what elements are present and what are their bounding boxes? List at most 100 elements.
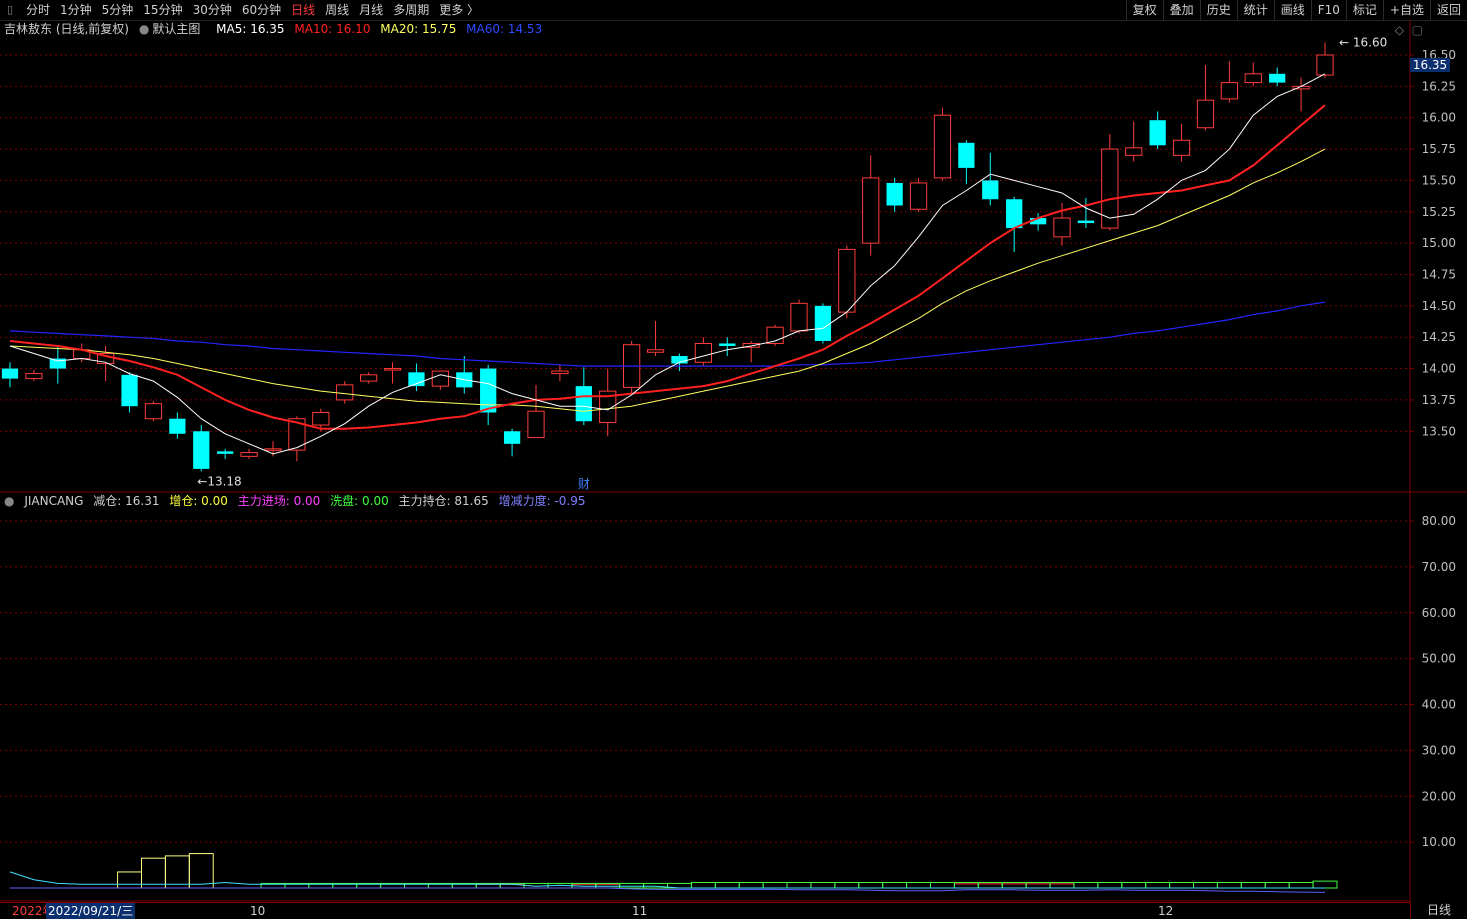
candle-body-up xyxy=(527,410,545,439)
indicator-settings-icon[interactable]: ● xyxy=(4,494,14,508)
sub-bar-green xyxy=(906,881,931,889)
ma5-line xyxy=(9,73,1326,455)
candle-body-up xyxy=(1196,99,1215,129)
price-tick-label: 15.50 xyxy=(1422,173,1456,187)
candle-body-up xyxy=(1316,54,1334,76)
sub-bar-green xyxy=(1049,881,1075,889)
candle-body-up xyxy=(933,114,952,179)
candle-body-down xyxy=(193,431,210,469)
period-caption[interactable]: 日线 xyxy=(1410,902,1467,918)
sub-bar-red xyxy=(977,883,1003,889)
xipan-value: 洗盘: 0.00 xyxy=(330,494,389,508)
candle-body-up xyxy=(383,368,402,371)
candle-body-up xyxy=(551,370,569,375)
sub-bar-green xyxy=(738,881,764,889)
sub-bar-red xyxy=(1049,883,1075,889)
high-price-label: ← 16.60 xyxy=(1339,35,1387,49)
sub-bar-green xyxy=(1193,881,1218,889)
zhuli-chicang-value: 主力持仓: 81.65 xyxy=(398,494,489,508)
price-tick-label: 15.00 xyxy=(1422,236,1456,250)
low-price-label: ←13.18 xyxy=(197,474,241,488)
price-tick-label: 13.50 xyxy=(1422,424,1456,438)
candle-body-up xyxy=(694,342,712,363)
candle-body-up xyxy=(862,177,880,244)
month-11-label: 11 xyxy=(632,904,648,918)
sub-tick-label: 50.00 xyxy=(1422,652,1456,666)
sub-bar-green xyxy=(977,881,1003,889)
sub-tick-label: 10.00 xyxy=(1422,835,1456,849)
sub-bar-red xyxy=(1001,883,1027,889)
price-tick-label: 14.75 xyxy=(1422,267,1456,281)
sub-bar-green xyxy=(882,881,908,889)
candle-body-down xyxy=(886,182,903,206)
sub-bar-green xyxy=(1288,881,1314,889)
candle-body-down xyxy=(1,368,19,379)
sub-bar-green xyxy=(953,881,979,889)
sub-bar-green xyxy=(1073,881,1099,889)
price-tick-label: 16.25 xyxy=(1422,79,1456,93)
ma60-line xyxy=(9,301,1326,367)
candle-body-up xyxy=(240,452,258,457)
sub-bar-green xyxy=(1121,881,1147,889)
kline-chart[interactable]: 16.5016.2516.0015.7515.5015.2515.0014.75… xyxy=(0,0,1467,918)
zengjian-value: 增减力度: -0.95 xyxy=(498,494,586,508)
candle-body-up xyxy=(144,403,163,420)
candle-body-down xyxy=(1077,220,1095,224)
candle-body-up xyxy=(838,248,856,313)
sub-bar-green xyxy=(1169,881,1195,889)
candle-body-up xyxy=(264,448,282,451)
candle-body-up xyxy=(1125,147,1143,156)
sub-bar-yellow xyxy=(117,871,143,889)
candle-body-down xyxy=(575,386,592,422)
sub-tick-label: 30.00 xyxy=(1422,743,1456,757)
date-axis: 2022年 2022/09/21/三 10 11 12 xyxy=(0,902,1410,919)
candle-body-down xyxy=(958,142,975,168)
sub-tick-label: 70.00 xyxy=(1422,560,1456,574)
sub-bar-green xyxy=(762,881,788,889)
sub-bar-red xyxy=(1025,883,1051,889)
sub-bar-green xyxy=(1145,881,1171,889)
sub-bar-green xyxy=(930,881,955,889)
sub-bar-yellow xyxy=(164,855,190,889)
candle-body-down xyxy=(121,374,138,407)
candle-body-up xyxy=(360,374,378,382)
zhuli-jinchang-value: 主力进场: 0.00 xyxy=(237,494,321,508)
zengcang-value: 增仓: 0.00 xyxy=(169,494,228,508)
sub-bar-green xyxy=(1216,881,1242,889)
candle-body-down xyxy=(719,343,736,346)
sub-bar-green xyxy=(1240,881,1266,889)
sub-indicator-info-bar: ● JIANCANG 减仓: 16.31 增仓: 0.00 主力进场: 0.00… xyxy=(0,493,592,509)
jiancang-value: 减仓: 16.31 xyxy=(93,494,160,508)
sub-bar-red xyxy=(475,883,501,889)
candle-body-up xyxy=(25,373,43,380)
month-12-label: 12 xyxy=(1158,904,1174,918)
candle-body-down xyxy=(480,368,497,413)
sub-bar-green xyxy=(1097,881,1123,889)
candle-body-up xyxy=(1172,139,1191,156)
sub-tick-label: 60.00 xyxy=(1422,606,1456,620)
sub-bar-yellow xyxy=(188,853,214,889)
candle-body-down xyxy=(982,180,999,200)
price-tick-label: 15.75 xyxy=(1422,142,1456,156)
sub-bar-green xyxy=(858,881,884,889)
sub-bar-green xyxy=(1312,880,1338,889)
candle-body-down xyxy=(169,418,186,434)
sub-bar-green xyxy=(714,881,740,889)
current-price-tag: 16.35 xyxy=(1410,58,1450,72)
indicator-name[interactable]: JIANCANG xyxy=(24,494,83,508)
price-tick-label: 16.00 xyxy=(1422,111,1456,125)
candle-body-down xyxy=(814,305,832,341)
candle-body-up xyxy=(336,384,354,401)
candle-body-up xyxy=(1053,217,1071,238)
candle-body-up xyxy=(909,182,928,210)
sub-bar-red xyxy=(953,883,979,889)
price-tick-label: 14.00 xyxy=(1422,362,1456,376)
price-tick-label: 15.25 xyxy=(1422,205,1456,219)
sub-blue-line xyxy=(10,887,1326,893)
candle-body-up xyxy=(1220,82,1238,100)
sub-bar-yellow xyxy=(141,857,166,889)
candle-body-up xyxy=(790,302,808,332)
sub-bar-green xyxy=(810,881,836,889)
month-10-label: 10 xyxy=(250,904,266,918)
ma20-line xyxy=(9,148,1326,412)
